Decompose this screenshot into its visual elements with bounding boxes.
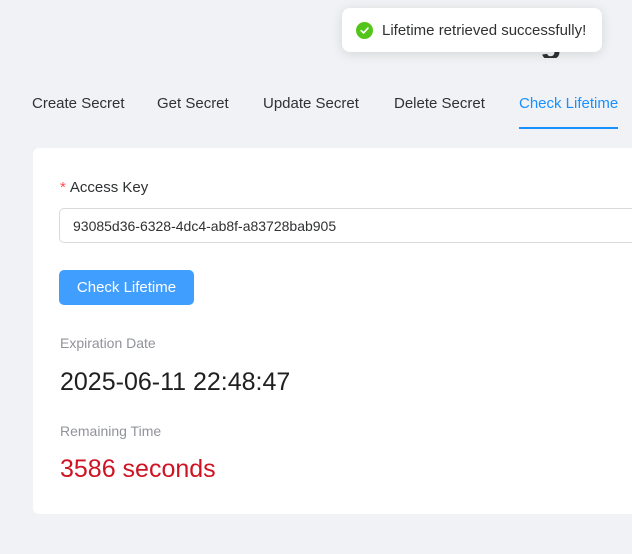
check-lifetime-button[interactable]: Check Lifetime (59, 270, 194, 305)
remaining-time-value: 3586 seconds (60, 455, 216, 483)
access-key-input[interactable] (59, 208, 632, 243)
required-marker: * (60, 179, 66, 196)
access-key-label-text: Access Key (69, 179, 149, 196)
success-toast: Lifetime retrieved successfully! (342, 8, 602, 52)
access-key-label: * Access Key (60, 179, 148, 196)
check-circle-icon (356, 21, 373, 39)
expiration-date-value: 2025-06-11 22:48:47 (60, 368, 291, 396)
check-lifetime-panel: *Access Key Check Lifetime Expiration Da… (33, 148, 632, 514)
tab-delete-secret[interactable]: Delete Secret (394, 92, 485, 130)
remaining-time-label: Remaining Time (60, 423, 162, 439)
tab-check-lifetime[interactable]: Check Lifetime (519, 92, 619, 130)
expiration-date-label: Expiration Date (60, 335, 156, 351)
secret-tabs: Create Secret Get Secret Update Secret D… (0, 92, 632, 130)
tab-get-secret[interactable]: Get Secret (157, 92, 229, 130)
toast-message: Lifetime retrieved successfully! (382, 21, 587, 39)
tab-create-secret[interactable]: Create Secret (32, 92, 125, 130)
tab-update-secret[interactable]: Update Secret (263, 92, 359, 130)
